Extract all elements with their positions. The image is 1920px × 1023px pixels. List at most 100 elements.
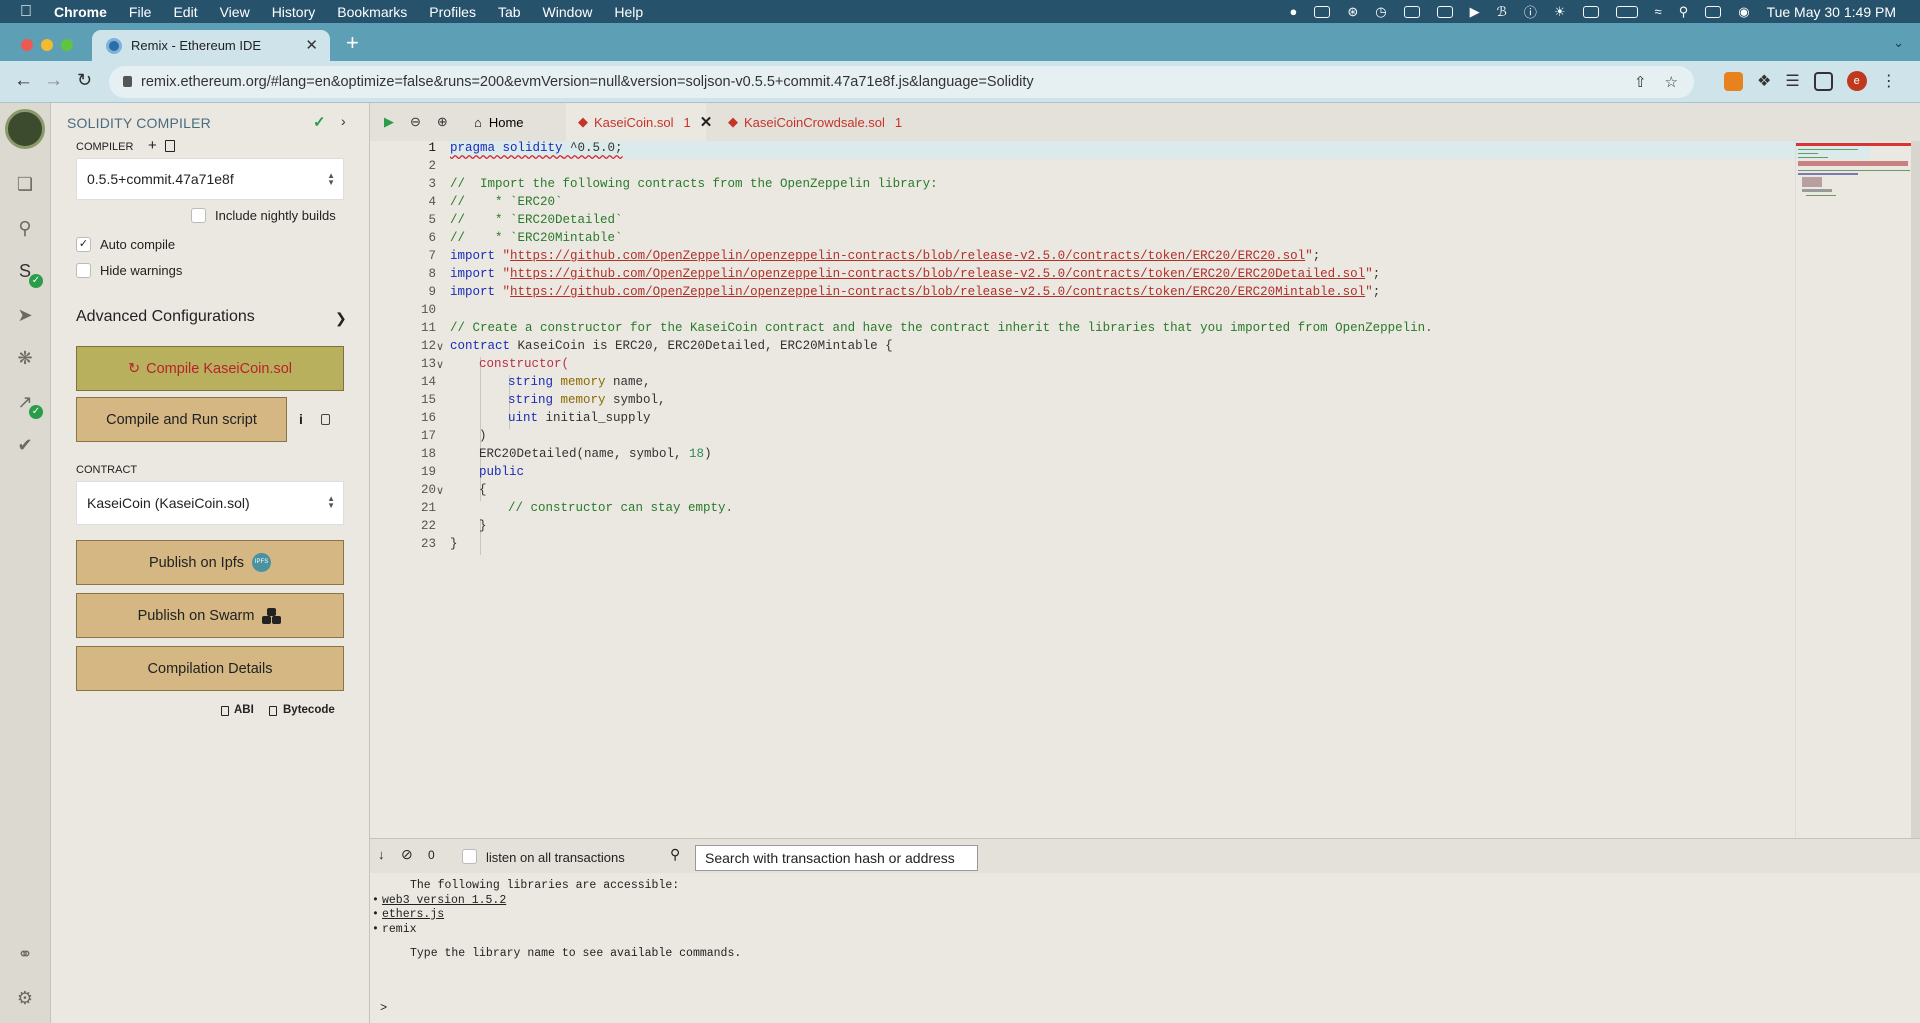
play-icon[interactable]: ▶: [1470, 4, 1480, 20]
tab-kaseicoin-crowdsale-sol[interactable]: ◆ KaseiCoinCrowdsale.sol 1: [718, 103, 918, 141]
info-icon[interactable]: i: [299, 411, 303, 427]
file-explorer-icon[interactable]: ❏: [14, 173, 36, 195]
advanced-configurations-toggle[interactable]: Advanced Configurations: [76, 308, 255, 326]
minimize-window-button[interactable]: [41, 39, 53, 51]
import-url-link[interactable]: https://github.com/OpenZeppelin/openzepp…: [510, 285, 1365, 299]
extensions-puzzle-icon[interactable]: ❖: [1757, 71, 1771, 91]
close-tab-icon[interactable]: ✕: [305, 36, 318, 54]
reading-list-icon[interactable]: ☰: [1785, 71, 1799, 91]
copy-abi-button[interactable]: ABI: [234, 704, 254, 716]
menu-profiles[interactable]: Profiles: [429, 4, 476, 20]
lib-web3-link[interactable]: web3 version 1.5.2: [372, 894, 741, 909]
weather-icon[interactable]: ☀: [1554, 4, 1566, 20]
include-nightly-checkbox[interactable]: [191, 208, 206, 223]
search-files-icon[interactable]: ⚲: [14, 217, 36, 239]
import-url-link[interactable]: https://github.com/OpenZeppelin/openzepp…: [510, 249, 1305, 263]
menu-bookmarks[interactable]: Bookmarks: [337, 4, 407, 20]
tab-search-chevron-icon[interactable]: ⌄: [1893, 35, 1904, 51]
menu-tab[interactable]: Tab: [498, 4, 521, 20]
address-bar[interactable]: remix.ethereum.org/#lang=en&optimize=fal…: [109, 66, 1694, 98]
close-window-button[interactable]: [21, 39, 33, 51]
compile-button[interactable]: ↻ Compile KaseiCoin.sol: [76, 346, 344, 391]
fold-chevron-icon[interactable]: ∨: [436, 358, 444, 371]
forward-arrow-icon[interactable]: →: [44, 70, 63, 92]
remix-logo[interactable]: [5, 109, 45, 149]
compiler-file-icon[interactable]: [165, 140, 175, 152]
back-arrow-icon[interactable]: ←: [14, 70, 33, 92]
clear-console-icon[interactable]: ⊘: [401, 846, 413, 863]
menu-view[interactable]: View: [220, 4, 250, 20]
info-icon[interactable]: ⓘ: [1524, 2, 1537, 21]
siri-icon[interactable]: ◉: [1738, 4, 1749, 20]
display-icon[interactable]: [1436, 5, 1453, 18]
share-icon[interactable]: ⇧: [1634, 73, 1647, 91]
menu-app-name[interactable]: Chrome: [54, 4, 107, 20]
monitor-icon[interactable]: [1582, 5, 1599, 18]
screen-icon[interactable]: [1314, 5, 1331, 18]
publish-swarm-button[interactable]: Publish on Swarm: [76, 593, 344, 638]
menu-history[interactable]: History: [272, 4, 316, 20]
deploy-run-icon[interactable]: ➤: [14, 304, 36, 326]
settings-gear-icon[interactable]: ⚙: [14, 987, 36, 1009]
airdrop-icon[interactable]: ⊛: [1347, 4, 1358, 20]
copy-bytecode-button[interactable]: Bytecode: [283, 704, 335, 716]
side-panel-icon[interactable]: [1813, 71, 1833, 91]
menu-window[interactable]: Window: [543, 4, 593, 20]
import-url-link[interactable]: https://github.com/OpenZeppelin/openzepp…: [510, 267, 1365, 281]
add-compiler-icon[interactable]: +: [148, 137, 157, 154]
transaction-search-input[interactable]: Search with transaction hash or address: [695, 845, 978, 871]
solidity-compiler-icon[interactable]: S ✓: [14, 260, 43, 288]
apple-icon[interactable]: : [20, 3, 32, 21]
zoom-window-button[interactable]: [61, 39, 73, 51]
metamask-fox-icon[interactable]: [1724, 71, 1743, 91]
chevron-right-icon[interactable]: ❯: [335, 310, 347, 327]
bookmark-star-icon[interactable]: ☆: [1665, 73, 1678, 91]
collapse-panel-icon[interactable]: ›: [341, 113, 346, 129]
collapse-terminal-icon[interactable]: ↓: [378, 847, 385, 862]
lib-ethers-link[interactable]: ethers.js: [372, 908, 741, 923]
battery-icon[interactable]: [1615, 5, 1638, 18]
code-area[interactable]: pragma solidity ^0.5.0; // Import the fo…: [450, 141, 1870, 838]
menu-file[interactable]: File: [129, 4, 152, 20]
zoom-out-icon[interactable]: ⊖: [410, 114, 421, 130]
menu-edit[interactable]: Edit: [173, 4, 197, 20]
auto-compile-checkbox[interactable]: ✓: [76, 237, 91, 252]
debugger-bug-icon[interactable]: ❋: [14, 347, 36, 369]
unit-testing-icon[interactable]: ✔: [14, 434, 36, 456]
new-tab-button[interactable]: +: [346, 30, 359, 56]
wifi-icon[interactable]: ≈: [1655, 4, 1662, 19]
compiler-version-select[interactable]: 0.5.5+commit.47a71e8f ▲ ▼: [76, 158, 344, 200]
editor-vertical-scrollbar[interactable]: [1911, 141, 1920, 838]
lock-icon[interactable]: [123, 76, 132, 87]
memory-icon[interactable]: [1403, 5, 1420, 18]
profile-avatar[interactable]: e: [1846, 71, 1867, 91]
fold-chevron-icon[interactable]: ∨: [436, 340, 444, 353]
search-icon[interactable]: ⚲: [1679, 4, 1689, 20]
browser-tab-remix[interactable]: Remix - Ethereum IDE ✕: [92, 30, 330, 61]
plugin-manager-icon[interactable]: ⚭: [14, 943, 36, 965]
run-script-icon[interactable]: ▶: [384, 114, 394, 130]
editor-minimap[interactable]: [1795, 141, 1912, 838]
tab-kaseicoin-sol[interactable]: ◆ KaseiCoin.sol 1 ✕: [566, 103, 712, 141]
status-icon[interactable]: ●: [1290, 4, 1298, 19]
tab-home[interactable]: ⌂ Home: [474, 103, 564, 141]
menu-datetime[interactable]: Tue May 30 1:49 PM: [1767, 4, 1896, 20]
copy-abi-icon[interactable]: [221, 706, 229, 716]
analysis-chart-icon[interactable]: ↗ ✓: [14, 391, 43, 419]
zoom-in-icon[interactable]: ⊕: [437, 114, 448, 130]
contract-select[interactable]: KaseiCoin (KaseiCoin.sol) ▲ ▼: [76, 481, 344, 525]
copy-bytecode-icon[interactable]: [269, 706, 277, 716]
hide-warnings-checkbox[interactable]: [76, 263, 91, 278]
compilation-details-button[interactable]: Compilation Details: [76, 646, 344, 691]
compile-and-run-button[interactable]: Compile and Run script: [76, 397, 287, 442]
time-machine-icon[interactable]: ◷: [1375, 4, 1386, 20]
control-center-icon[interactable]: [1705, 5, 1722, 18]
close-tab-icon[interactable]: ✕: [700, 113, 713, 131]
reload-icon[interactable]: ↻: [77, 70, 92, 91]
more-menu-icon[interactable]: ⋮: [1881, 71, 1897, 91]
listen-all-checkbox[interactable]: [462, 849, 477, 864]
copy-icon[interactable]: [321, 414, 330, 425]
terminal-prompt[interactable]: >: [380, 1001, 387, 1015]
publish-ipfs-button[interactable]: Publish on Ipfs IPFS: [76, 540, 344, 585]
bluetooth-icon[interactable]: ℬ: [1497, 4, 1507, 20]
